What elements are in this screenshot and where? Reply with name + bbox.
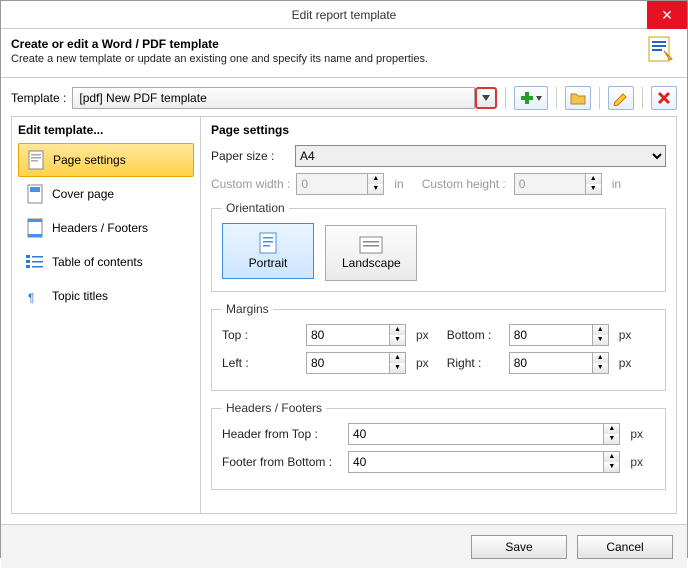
cancel-button[interactable]: Cancel [577,535,673,559]
margin-bottom-input[interactable]: ▲▼ [509,324,609,346]
hf-icon [26,218,44,238]
margins-legend: Margins [222,302,273,316]
sidebar-item-topic-titles[interactable]: ¶ Topic titles [18,279,194,313]
margin-top-input[interactable]: ▲▼ [306,324,406,346]
margin-left-label: Left : [222,356,300,370]
sidebar-item-label: Cover page [52,187,114,201]
template-select[interactable]: [pdf] New PDF template [72,87,475,109]
add-template-button[interactable] [514,86,548,110]
save-button[interactable]: Save [471,535,567,559]
svg-text:¶: ¶ [28,291,34,305]
close-button[interactable]: ✕ [647,1,687,29]
margins-group: Margins Top : ▲▼ px Bottom : ▲▼ px Left … [211,302,666,391]
header: Create or edit a Word / PDF template Cre… [1,29,687,71]
sidebar-item-label: Page settings [53,153,126,167]
footer-from-bottom-label: Footer from Bottom : [222,455,342,469]
sidebar-item-label: Table of contents [52,255,143,269]
custom-width-input: ▲▼ [296,173,384,195]
custom-width-label: Custom width : [211,177,290,191]
template-icon [647,35,675,63]
sidebar-item-headers-footers[interactable]: Headers / Footers [18,211,194,245]
header-from-top-input[interactable]: ▲▼ [348,423,620,445]
height-unit: in [612,177,621,191]
template-label: Template : [11,91,66,105]
custom-height-input: ▲▼ [514,173,602,195]
pilcrow-icon: ¶ [26,286,44,306]
paper-size-label: Paper size : [211,149,289,163]
title-bar: Edit report template ✕ [1,1,687,29]
panel-title: Page settings [211,123,666,137]
margin-left-input[interactable]: ▲▼ [306,352,406,374]
margin-right-input[interactable]: ▲▼ [509,352,609,374]
portrait-button[interactable]: Portrait [222,223,314,279]
main-panel: Page settings Paper size : A4 Custom wid… [201,116,677,514]
margin-bottom-label: Bottom : [447,328,503,342]
sidebar: Edit template... Page settings Cover pag… [11,116,201,514]
page-icon [27,150,45,170]
orientation-group: Orientation Portrait Landscape [211,201,666,292]
portrait-icon [259,232,277,254]
hf-group: Headers / Footers Header from Top : ▲▼ p… [211,401,666,490]
sidebar-item-toc[interactable]: Table of contents [18,245,194,279]
margin-top-label: Top : [222,328,300,342]
delete-template-button[interactable] [651,86,677,110]
sidebar-title: Edit template... [18,123,194,137]
custom-height-label: Custom height : [422,177,508,191]
sidebar-item-label: Headers / Footers [52,221,148,235]
toc-icon [26,252,44,272]
hf-legend: Headers / Footers [222,401,326,415]
footer-from-bottom-input[interactable]: ▲▼ [348,451,620,473]
landscape-button[interactable]: Landscape [325,225,417,281]
margin-right-label: Right : [447,356,503,370]
sidebar-item-cover-page[interactable]: Cover page [18,177,194,211]
sidebar-item-label: Topic titles [52,289,108,303]
cover-icon [26,184,44,204]
open-folder-button[interactable] [565,86,591,110]
orientation-legend: Orientation [222,201,289,215]
sidebar-item-page-settings[interactable]: Page settings [18,143,194,177]
width-unit: in [394,177,403,191]
header-title: Create or edit a Word / PDF template [11,37,677,51]
header-subtitle: Create a new template or update an exist… [11,53,677,65]
dialog-footer: Save Cancel [1,524,687,568]
landscape-icon [359,236,383,254]
header-from-top-label: Header from Top : [222,427,342,441]
template-row: Template : [pdf] New PDF template [1,78,687,116]
edit-template-button[interactable] [608,86,634,110]
paper-size-select[interactable]: A4 [295,145,666,167]
window-title: Edit report template [292,8,397,22]
template-dropdown-caret[interactable] [475,87,497,109]
